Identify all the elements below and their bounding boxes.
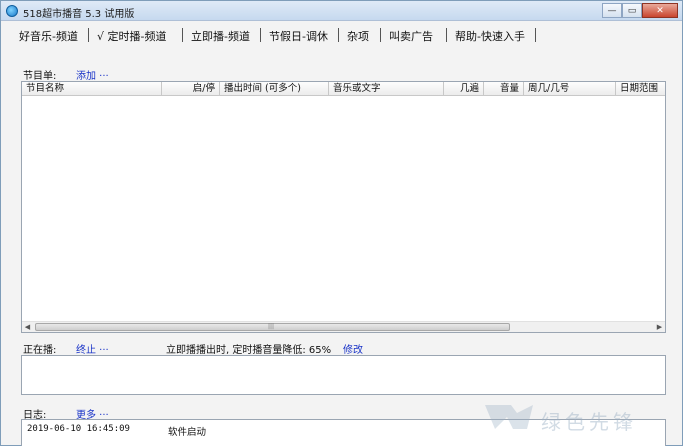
grip-icon: ||| — [268, 323, 275, 330]
log-entry-message: 软件启动 — [168, 427, 207, 438]
tab-divider — [380, 28, 381, 42]
column-header-weekday[interactable]: 周几/几号 — [524, 82, 616, 96]
column-header-name[interactable]: 节目名称 — [22, 82, 162, 96]
now-playing-label: 正在播: — [23, 345, 57, 356]
tab-help[interactable]: 帮助-快速入手 — [455, 28, 525, 44]
modify-volume-link[interactable]: 修改 — [343, 341, 363, 356]
log-entry-time: 2019-06-10 16:45:09 — [27, 424, 130, 434]
stop-playback-link[interactable]: 终止 ··· — [76, 341, 109, 356]
tab-divider — [260, 28, 261, 42]
column-header-enabled[interactable]: 启/停 — [162, 82, 220, 96]
watermark-text: 绿色先锋 — [541, 410, 637, 434]
app-window: 518超市播音 5.3 试用版 — ▭ ✕ 好音乐-频道 √ 定时播-频道 立即… — [0, 0, 683, 446]
table-header: 节目名称 启/停 播出时间 (可多个) 音乐或文字 几遍 音量 周几/几号 日期… — [22, 82, 665, 96]
window-title: 518超市播音 5.3 试用版 — [23, 9, 135, 20]
tab-holiday[interactable]: 节假日-调休 — [269, 28, 328, 44]
minimize-button[interactable]: — — [602, 3, 622, 18]
tab-immediate[interactable]: 立即播-频道 — [191, 28, 250, 44]
horizontal-scrollbar[interactable]: ◀ ||| ▶ — [22, 321, 665, 332]
tab-divider — [338, 28, 339, 42]
maximize-button[interactable]: ▭ — [622, 3, 642, 18]
column-header-content[interactable]: 音乐或文字 — [329, 82, 444, 96]
column-header-airtime[interactable]: 播出时间 (可多个) — [220, 82, 329, 96]
program-list-label: 节目单: — [23, 71, 57, 82]
add-program-link[interactable]: 添加 ··· — [76, 67, 109, 82]
tab-scheduled[interactable]: √ 定时播-频道 — [97, 28, 166, 44]
close-button[interactable]: ✕ — [642, 3, 678, 18]
program-table[interactable]: 节目名称 启/停 播出时间 (可多个) 音乐或文字 几遍 音量 周几/几号 日期… — [21, 81, 666, 333]
volume-duck-note: 立即播播出时, 定时播音量降低: 65% — [166, 345, 332, 356]
channel-tabs: 好音乐-频道 √ 定时播-频道 立即播-频道 节假日-调休 杂项 叫卖广告 帮助… — [1, 22, 682, 46]
now-playing-panel — [21, 355, 666, 395]
scroll-left-icon[interactable]: ◀ — [22, 322, 33, 333]
tab-good-music[interactable]: 好音乐-频道 — [19, 28, 78, 44]
tab-sales-ads[interactable]: 叫卖广告 — [389, 28, 433, 44]
window-controls: — ▭ ✕ — [602, 3, 678, 18]
scroll-right-icon[interactable]: ▶ — [654, 322, 665, 333]
tab-divider — [88, 28, 89, 42]
title-bar[interactable]: 518超市播音 5.3 试用版 — ▭ ✕ — [1, 1, 682, 21]
tab-divider — [182, 28, 183, 42]
column-header-date-range[interactable]: 日期范围 — [616, 82, 667, 96]
column-header-volume[interactable]: 音量 — [484, 82, 524, 96]
tab-misc[interactable]: 杂项 — [347, 28, 369, 44]
column-header-repeat[interactable]: 几遍 — [444, 82, 484, 96]
app-logo-icon — [6, 5, 18, 17]
tab-divider — [535, 28, 536, 42]
tab-divider — [446, 28, 447, 42]
